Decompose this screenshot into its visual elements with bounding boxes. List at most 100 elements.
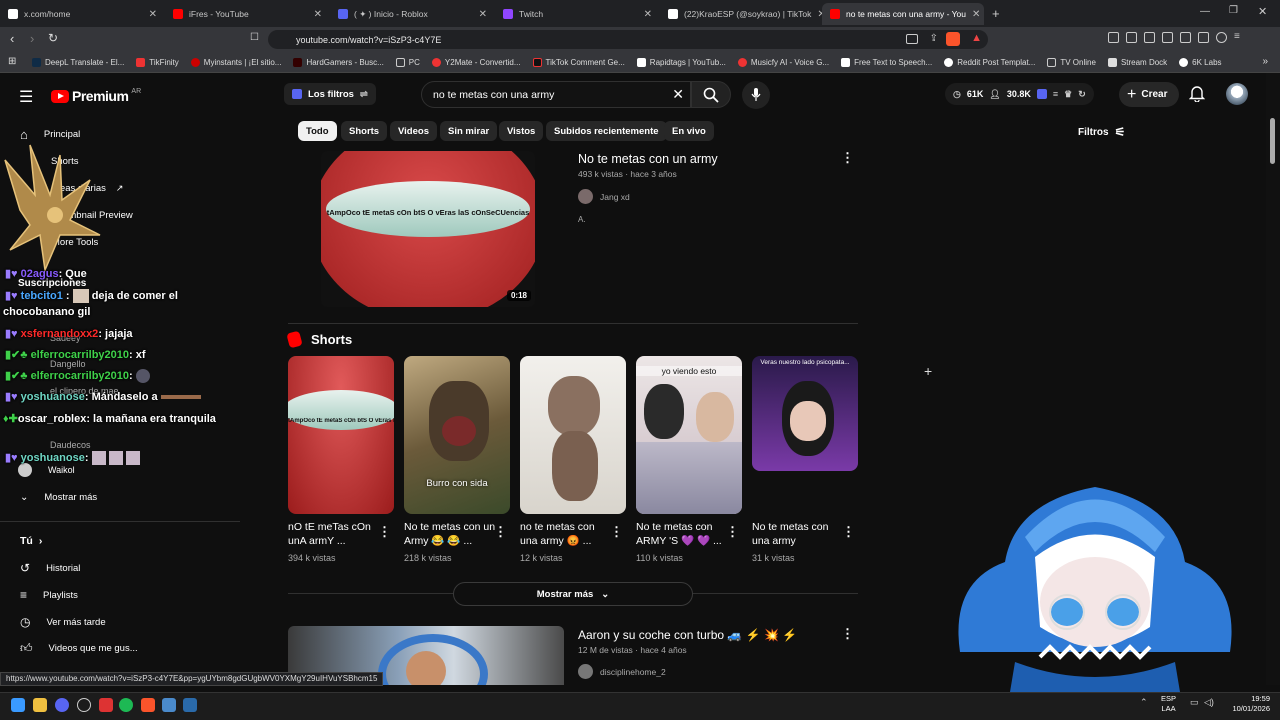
more-options-icon[interactable]: ⋮ [494, 524, 507, 540]
video-thumbnail[interactable]: tAmpOco tE metaS cOn btS O vEras laS cOn… [321, 151, 535, 307]
file-explorer-icon[interactable] [33, 698, 47, 712]
ai-icon[interactable] [1198, 32, 1209, 43]
tab-youtube-active[interactable]: no te metas con una army - You ✕ [822, 3, 984, 25]
spotify-icon[interactable] [119, 698, 133, 712]
volume-icon[interactable]: ◁) [1204, 697, 1214, 708]
more-options-icon[interactable]: ⋮ [842, 524, 855, 540]
clock[interactable]: 19:59 10/01/2026 [1226, 694, 1270, 714]
search-input[interactable]: no te metas con una army ✕ [421, 81, 691, 108]
reload-icon[interactable]: ↻ [48, 31, 58, 45]
bookmark-y2mate[interactable]: Y2Mate - Convertid... [431, 57, 521, 67]
chip-subidos-recientemente[interactable]: Subidos recientemente [546, 121, 667, 141]
more-options-icon[interactable]: ⋮ [610, 524, 623, 540]
more-options-icon[interactable]: ⋮ [378, 524, 391, 540]
notifications-icon[interactable] [1188, 85, 1206, 105]
tab-tiktok[interactable]: (22)KraoESP (@soykrao) | TikTok ✕ [660, 3, 822, 25]
bookmark-deepl[interactable]: DeepL Translate - El... [32, 57, 124, 67]
music-icon[interactable] [1144, 32, 1155, 43]
language-indicator[interactable]: ESP LAA [1161, 694, 1176, 714]
video-title[interactable]: Aaron y su coche con turbo 🚙 ⚡ 💥 ⚡ [578, 628, 797, 642]
extension-icon[interactable] [1108, 32, 1119, 43]
chip-en-vivo[interactable]: En vivo [664, 121, 714, 141]
brave-icon[interactable] [141, 698, 155, 712]
close-icon[interactable]: ✕ [149, 9, 157, 20]
bookmark-tts[interactable]: Free Text to Speech... [841, 57, 932, 67]
apps-icon[interactable]: ⊞ [8, 56, 16, 67]
chip-videos[interactable]: Videos [390, 121, 437, 141]
sidebar-icon[interactable] [1162, 32, 1173, 43]
sidebar-item-historial[interactable]: ↺ Historial [0, 560, 200, 576]
new-tab-icon[interactable]: + [992, 6, 1000, 21]
sidebar-show-more[interactable]: ⌄ Mostrar más [0, 490, 200, 504]
bookmark-tikfinity[interactable]: TikFinity [136, 57, 179, 67]
channel-link[interactable]: Jang xd [578, 189, 630, 204]
filters-extension-button[interactable]: Los filtros ⇌ [284, 83, 376, 105]
short-thumbnail[interactable]: Veras nuestro lado psicopata... [752, 356, 858, 471]
bookmark-tiktok-comment[interactable]: TikTok Comment Ge... [532, 57, 625, 67]
tab-x[interactable]: x.com/home ✕ [0, 3, 165, 25]
share-icon[interactable]: ⇪ [930, 33, 938, 44]
sidebar-item-liked[interactable]: 👍︎ Videos que me gus... [0, 640, 200, 656]
subscription-item[interactable]: Daudecos [0, 438, 200, 452]
bookmark-hardgamers[interactable]: HardGamers - Busc... [293, 57, 384, 67]
filters-button[interactable]: Filtros ⚟ [1078, 125, 1125, 139]
tab-roblox[interactable]: ( ✦ ) Inicio - Roblox ✕ [330, 3, 495, 25]
more-bookmarks-icon[interactable]: » [1262, 56, 1268, 67]
search-button[interactable] [691, 81, 731, 108]
sidebar-you-header[interactable]: Tú › [0, 533, 200, 549]
forward-icon[interactable]: › [30, 31, 34, 46]
short-thumbnail[interactable]: Burro con sida [404, 356, 510, 514]
channel-link[interactable]: disciplinehome_2 [578, 664, 666, 679]
chip-shorts[interactable]: Shorts [341, 121, 388, 141]
short-title[interactable]: No te metas con ARMY 'S 💜 💜 ... [636, 520, 728, 548]
more-options-icon[interactable]: ⋮ [841, 150, 854, 166]
bookmark-rapidtags[interactable]: Rapidtags | YouTub... [636, 57, 726, 67]
shield-icon[interactable] [1216, 32, 1227, 43]
subscription-item[interactable]: Waikol [0, 463, 200, 477]
short-title[interactable]: no te metas con una army 😡 ... [520, 520, 612, 548]
wallet-icon[interactable] [1180, 32, 1191, 43]
bookmark-6klabs[interactable]: 6K Labs [1179, 57, 1222, 67]
window-close-icon[interactable]: ✕ [1258, 5, 1267, 18]
bookmark-streamdock[interactable]: Stream Dock [1107, 57, 1167, 67]
bookmark-musicfy[interactable]: Musicfy AI - Voice G... [737, 57, 829, 67]
tray-chevron-icon[interactable]: ⌃ [1140, 697, 1148, 708]
bookmark-icon[interactable]: ☐ [250, 32, 259, 43]
menu-icon[interactable]: ≡ [1234, 32, 1245, 43]
bookmark-tvonline[interactable]: TV Online [1047, 57, 1096, 67]
create-button[interactable]: + Crear [1119, 82, 1180, 107]
video-title[interactable]: No te metas con un army [578, 152, 818, 166]
chip-todo[interactable]: Todo [298, 121, 337, 141]
start-icon[interactable] [11, 698, 25, 712]
app-icon[interactable] [162, 698, 176, 712]
address-bar[interactable]: youtube.com/watch?v=iSzP3-c4Y7E ⇪ ▲ [268, 30, 988, 49]
tab-twitch[interactable]: Twitch ✕ [495, 3, 660, 25]
extension-icon[interactable] [1126, 32, 1137, 43]
maximize-icon[interactable]: ❐ [1229, 5, 1238, 16]
sidebar-item-ver-mas-tarde[interactable]: ◷ Ver más tarde [0, 614, 200, 630]
short-thumbnail[interactable]: yo viendo esto [636, 356, 742, 514]
cast-icon[interactable] [906, 34, 918, 44]
bookmark-pc[interactable]: PC [395, 57, 420, 67]
brave-shield-icon[interactable] [946, 32, 960, 46]
chip-sin-mirar[interactable]: Sin mirar [440, 121, 498, 141]
network-icon[interactable]: ▭ [1190, 697, 1199, 708]
more-options-icon[interactable]: ⋮ [841, 626, 854, 642]
obs-icon[interactable] [77, 698, 91, 712]
stats-widget[interactable]: ◷ 61K 👤︎ 30.8K ≡ ♛ ↻ [945, 83, 1094, 105]
back-icon[interactable]: ‹ [10, 31, 14, 46]
close-icon[interactable]: ✕ [314, 9, 322, 20]
short-title[interactable]: No te metas con una army [752, 520, 844, 548]
hamburger-icon[interactable]: ☰ [19, 87, 33, 107]
discord-icon[interactable] [55, 698, 69, 712]
close-icon[interactable]: ✕ [644, 9, 652, 20]
brave-rewards-icon[interactable]: ▲ [971, 32, 982, 44]
avatar[interactable] [1226, 83, 1248, 105]
short-title[interactable]: nO tE meTas cOn unA armY ... [288, 520, 380, 548]
close-icon[interactable]: ✕ [972, 9, 980, 20]
close-icon[interactable]: ✕ [479, 9, 487, 20]
scrollbar-thumb[interactable] [1270, 118, 1275, 164]
shorts-show-more-button[interactable]: Mostrar más ⌄ [453, 582, 693, 606]
short-title[interactable]: No te metas con un Army 😂 😂 ... [404, 520, 496, 548]
voice-search-button[interactable] [742, 81, 770, 109]
